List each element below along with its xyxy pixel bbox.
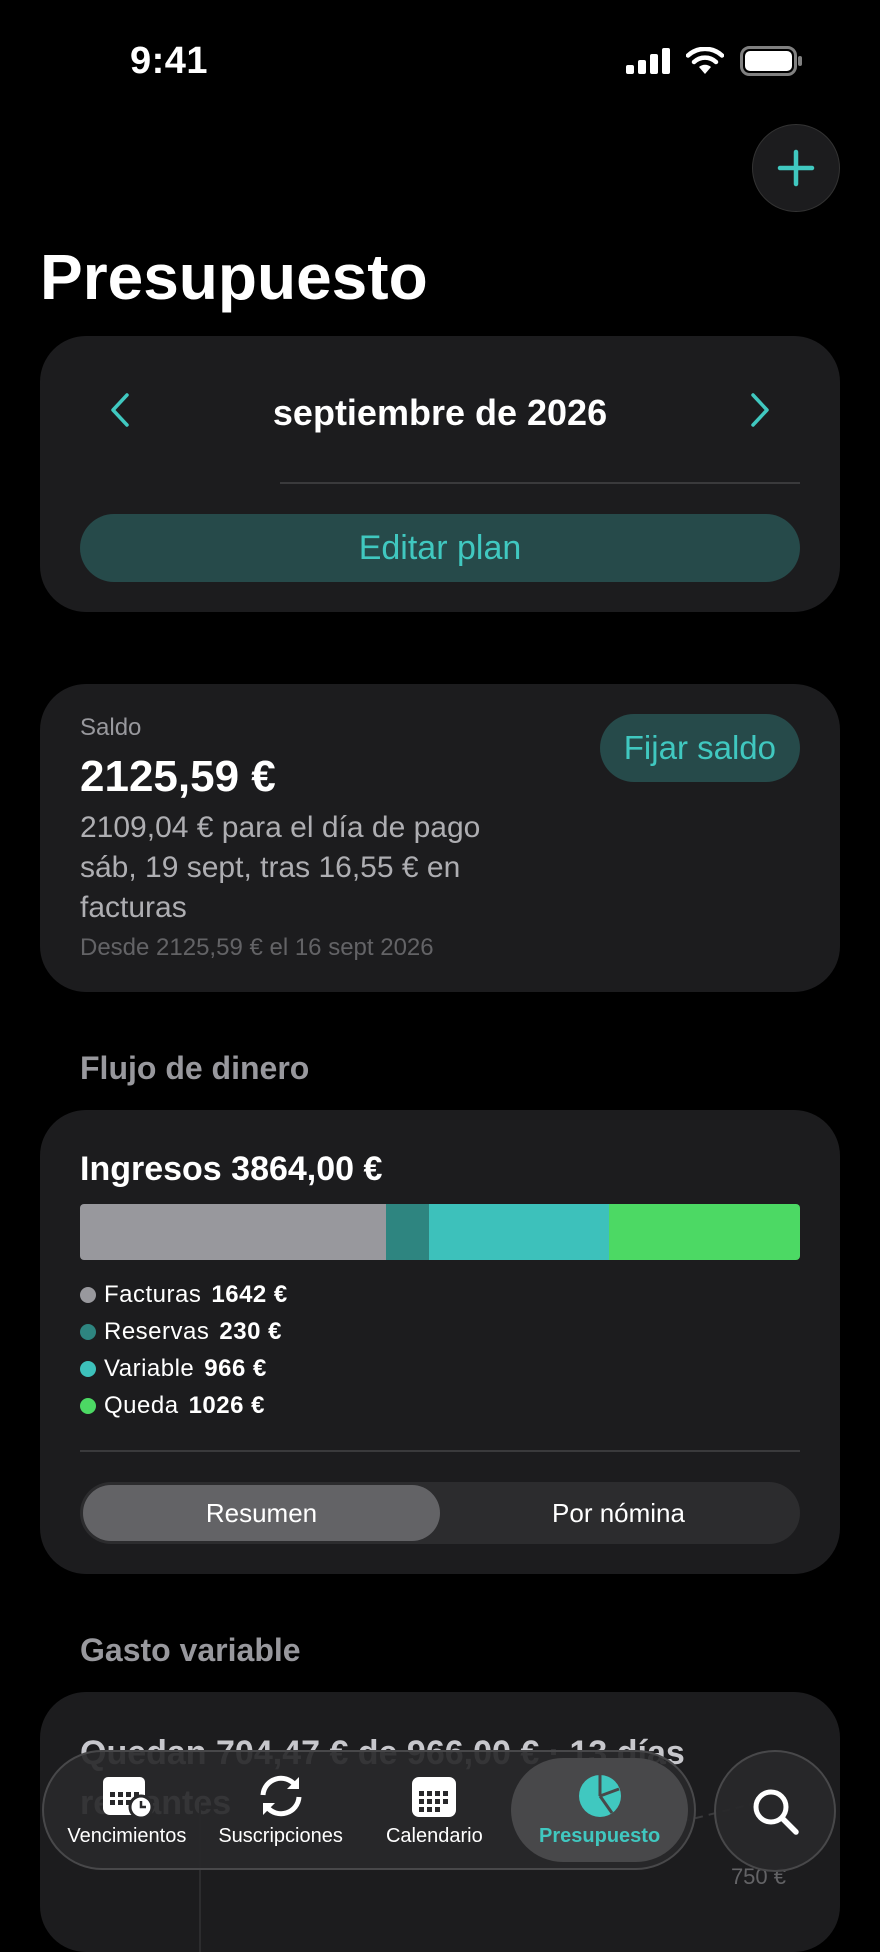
segment-summary[interactable]: Resumen [83, 1485, 440, 1541]
tab-suscripciones[interactable]: Suscripciones [204, 1758, 358, 1862]
legend-dot-icon [80, 1286, 96, 1303]
cash-flow-section-title: Flujo de dinero [80, 1050, 310, 1086]
view-segmented-control: Resumen Por nómina [80, 1482, 800, 1544]
cash-flow-card: Ingresos 3864,00 € Facturas 1642 € Reserva… [40, 1110, 840, 1574]
month-label[interactable]: septiembre de 2026 [40, 392, 840, 434]
add-button[interactable] [752, 124, 840, 212]
tab-calendario[interactable]: Calendario [357, 1758, 511, 1862]
cash-flow-bar-segment [428, 1204, 609, 1260]
legend-dot-icon [80, 1360, 96, 1377]
tab-bar: Vencimientos Suscripciones Calendario Pr… [42, 1750, 696, 1870]
wifi-icon [686, 47, 724, 74]
status-icons [626, 46, 802, 76]
calendar-icon [412, 1776, 457, 1817]
divider [280, 482, 800, 484]
tab-label: Calendario [385, 1824, 483, 1847]
page-title: Presupuesto [40, 241, 428, 313]
search-icon [753, 1789, 799, 1835]
calendar-clock-icon [102, 1776, 153, 1819]
balance-card: Saldo 2125,59 € 2109,04 € para el día de… [40, 684, 840, 992]
divider [80, 1450, 800, 1452]
legend-item: Variable 966 € [80, 1350, 288, 1387]
legend-value: 966 € [204, 1354, 267, 1382]
tab-label: Presupuesto [539, 1824, 661, 1847]
variable-spending-section-title: Gasto variable [80, 1632, 301, 1668]
cash-flow-bar [80, 1204, 800, 1260]
refresh-icon [260, 1775, 302, 1816]
legend-value: 1642 € [211, 1280, 288, 1308]
chevron-right-icon [751, 393, 769, 427]
cash-flow-bar-segment [608, 1204, 800, 1260]
cash-flow-bar-segment [80, 1204, 386, 1260]
segment-by-paycheck[interactable]: Por nómina [440, 1485, 797, 1541]
tab-label: Vencimientos [67, 1824, 187, 1847]
balance-description: 2109,04 € para el día de pago sáb, 19 se… [80, 811, 481, 924]
cellular-signal-icon [626, 48, 670, 74]
tab-presupuesto[interactable]: Presupuesto [511, 1758, 688, 1862]
income-label: Ingresos 3864,00 € [80, 1150, 383, 1188]
legend-value: 1026 € [188, 1391, 265, 1419]
next-month-button[interactable] [740, 390, 780, 430]
legend-item: Facturas 1642 € [80, 1276, 288, 1313]
balance-amount: 2125,59 € [80, 752, 276, 801]
legend-dot-icon [80, 1397, 96, 1414]
plus-icon [777, 149, 815, 187]
search-button[interactable] [714, 1750, 836, 1872]
set-balance-button[interactable]: Fijar saldo [599, 714, 800, 782]
tab-label: Suscripciones [218, 1824, 343, 1847]
legend-label: Queda [104, 1391, 179, 1419]
legend-label: Facturas [104, 1280, 202, 1308]
legend-dot-icon [80, 1323, 96, 1340]
month-selector-card: septiembre de 2026 Editar plan [40, 336, 840, 612]
legend-label: Variable [104, 1354, 195, 1382]
cash-flow-bar-segment [385, 1204, 429, 1260]
battery-icon [740, 46, 802, 76]
edit-plan-button[interactable]: Editar plan [80, 514, 800, 582]
legend-item: Queda 1026 € [80, 1387, 288, 1424]
balance-since: Desde 2125,59 € el 16 sept 2026 [80, 934, 434, 961]
legend-item: Reservas 230 € [80, 1313, 288, 1350]
legend-value: 230 € [219, 1317, 282, 1345]
balance-label: Saldo [80, 714, 142, 741]
status-time: 9:41 [130, 40, 209, 82]
legend-label: Reservas [104, 1317, 210, 1345]
cash-flow-legend: Facturas 1642 € Reservas 230 € Variable 966 €… [80, 1276, 288, 1424]
pie-chart-icon [578, 1774, 621, 1817]
tab-vencimientos[interactable]: Vencimientos [50, 1758, 204, 1862]
